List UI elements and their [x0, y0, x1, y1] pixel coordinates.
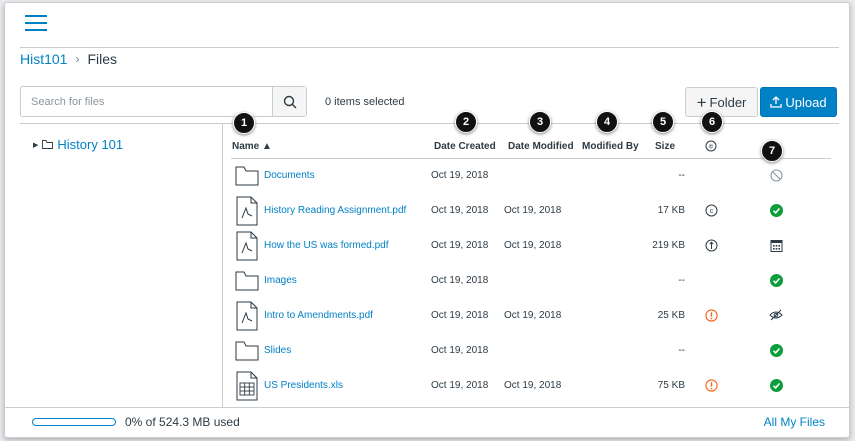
file-size: --: [678, 345, 685, 356]
file-name-link[interactable]: Images: [264, 275, 297, 286]
callout-badge: 3: [529, 111, 551, 133]
all-my-files-link[interactable]: All My Files: [764, 415, 825, 429]
table-row[interactable]: Slides Oct 19, 2018 --: [231, 334, 831, 368]
column-header-date-created[interactable]: Date Created: [434, 141, 496, 152]
column-header-size[interactable]: Size: [655, 141, 675, 152]
date-created: Oct 19, 2018: [431, 380, 489, 391]
table-row[interactable]: History Reading Assignment.pdf Oct 19, 2…: [231, 194, 831, 228]
date-modified: Oct 19, 2018: [504, 205, 562, 216]
column-header-usage-rights[interactable]: ©: [705, 140, 717, 155]
published-check-icon[interactable]: [769, 203, 783, 217]
table-row[interactable]: Documents Oct 19, 2018 --: [231, 159, 831, 193]
add-folder-button[interactable]: + Folder: [685, 87, 758, 117]
file-name-link[interactable]: History Reading Assignment.pdf: [264, 205, 406, 216]
usage-rights-icon: ©: [705, 140, 717, 152]
copyright-icon[interactable]: c: [704, 203, 718, 217]
hidden-eye-icon[interactable]: [769, 308, 783, 322]
pane-divider: [222, 124, 223, 408]
file-name-link[interactable]: Slides: [264, 345, 291, 356]
column-header-date-modified[interactable]: Date Modified: [508, 141, 574, 152]
breadcrumb: Hist101 › Files: [20, 51, 117, 67]
pdf-file-icon: [235, 231, 259, 261]
file-size: 75 KB: [657, 380, 685, 391]
folder-tree-root[interactable]: ▶ History 101: [33, 137, 123, 152]
expand-triangle-icon[interactable]: ▶: [33, 141, 38, 149]
date-created: Oct 19, 2018: [431, 310, 489, 321]
table-row[interactable]: Images Oct 19, 2018 --: [231, 264, 831, 298]
date-modified: Oct 19, 2018: [504, 310, 562, 321]
upload-button[interactable]: Upload: [760, 87, 837, 117]
files-page: Hist101 › Files 0 items selected + Folde…: [4, 2, 850, 438]
callout-badge: 6: [701, 111, 723, 133]
callout-badge: 5: [652, 111, 674, 133]
search-icon: [283, 95, 296, 108]
column-header-modified-by[interactable]: Modified By: [582, 141, 639, 152]
published-check-icon[interactable]: [769, 343, 783, 357]
footer-divider: [5, 407, 849, 408]
folder-icon: [235, 266, 259, 296]
column-header-name[interactable]: Name ▲: [232, 141, 272, 152]
date-created: Oct 19, 2018: [431, 345, 489, 356]
date-created: Oct 19, 2018: [431, 170, 489, 181]
breadcrumb-current: Files: [87, 51, 118, 67]
storage-quota-bar: [32, 418, 116, 426]
search-button[interactable]: [272, 87, 306, 116]
callout-badge: 4: [596, 111, 618, 133]
usage-rights-warning-icon[interactable]: [704, 308, 718, 322]
unpublished-icon[interactable]: [769, 168, 783, 182]
pdf-file-icon: [235, 196, 259, 226]
breadcrumb-course-link[interactable]: Hist101: [20, 51, 67, 67]
file-size: --: [678, 275, 685, 286]
breadcrumb-separator-icon: ›: [75, 52, 80, 66]
upload-label: Upload: [785, 94, 827, 110]
table-row[interactable]: Intro to Amendments.pdf Oct 19, 2018 Oct…: [231, 299, 831, 333]
usage-rights-warning-icon[interactable]: [704, 378, 718, 392]
divider: [20, 47, 839, 48]
folder-icon: [235, 336, 259, 366]
date-created: Oct 19, 2018: [431, 205, 489, 216]
selected-count: 0 items selected: [325, 96, 405, 108]
callout-badge: 1: [233, 112, 255, 134]
file-name-link[interactable]: How the US was formed.pdf: [264, 240, 389, 251]
folder-icon: [42, 140, 54, 149]
svg-text:c: c: [709, 208, 713, 215]
date-modified: Oct 19, 2018: [504, 240, 562, 251]
search-box: [20, 86, 307, 117]
calendar-restricted-icon[interactable]: [769, 238, 783, 252]
search-input[interactable]: [21, 87, 272, 116]
public-domain-icon[interactable]: [704, 238, 718, 252]
svg-text:©: ©: [709, 144, 714, 151]
file-size: 25 KB: [657, 310, 685, 321]
spreadsheet-file-icon: [235, 371, 259, 401]
published-check-icon[interactable]: [769, 273, 783, 287]
folder-tree-label: History 101: [57, 137, 124, 152]
file-size: 219 KB: [652, 240, 685, 251]
table-row[interactable]: US Presidents.xls Oct 19, 2018 Oct 19, 2…: [231, 369, 831, 403]
file-name-link[interactable]: Intro to Amendments.pdf: [264, 310, 373, 321]
file-size: 17 KB: [657, 205, 685, 216]
hamburger-menu-icon[interactable]: [25, 15, 47, 31]
callout-badge: 2: [455, 111, 477, 133]
published-check-icon[interactable]: [769, 378, 783, 392]
date-created: Oct 19, 2018: [431, 275, 489, 286]
table-row[interactable]: How the US was formed.pdf Oct 19, 2018 O…: [231, 229, 831, 263]
date-created: Oct 19, 2018: [431, 240, 489, 251]
date-modified: Oct 19, 2018: [504, 380, 562, 391]
add-folder-label: Folder: [709, 94, 747, 110]
file-name-link[interactable]: US Presidents.xls: [264, 380, 343, 391]
file-size: --: [678, 170, 685, 181]
upload-icon: [770, 96, 783, 108]
storage-quota-text: 0% of 524.3 MB used: [125, 415, 240, 429]
file-name-link[interactable]: Documents: [264, 170, 315, 181]
folder-icon: [235, 161, 259, 191]
plus-icon: +: [696, 92, 707, 112]
pdf-file-icon: [235, 301, 259, 331]
